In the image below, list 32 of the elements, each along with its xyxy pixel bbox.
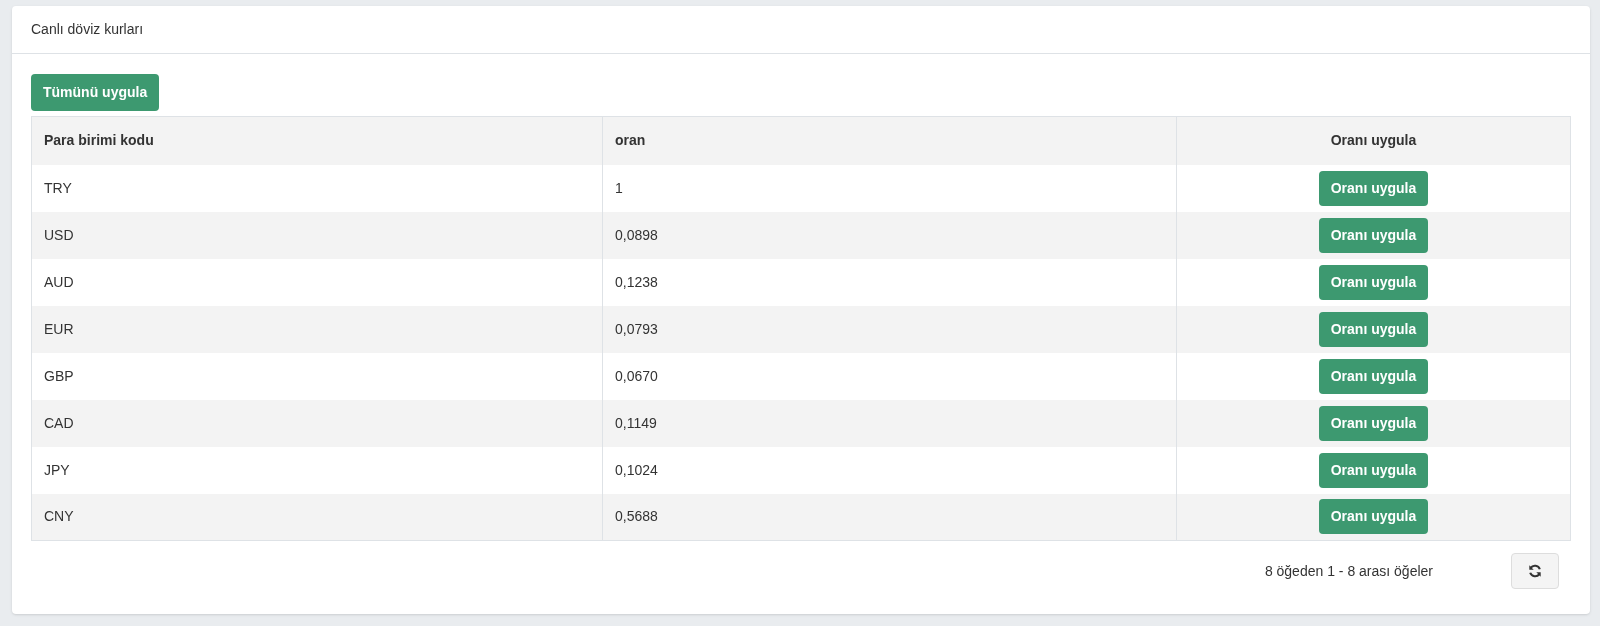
apply-rate-button[interactable]: Oranı uygula bbox=[1318, 452, 1429, 488]
table-cell: TRY bbox=[44, 179, 72, 196]
table-cell: 0,5688 bbox=[615, 508, 658, 525]
table-cell: JPY bbox=[44, 461, 70, 478]
apply-rate-button[interactable]: Oranı uygula bbox=[1318, 217, 1429, 253]
table-cell: 0,1238 bbox=[615, 273, 658, 290]
table-cell: 0,0898 bbox=[615, 226, 658, 243]
table-cell: EUR bbox=[44, 320, 74, 337]
apply-rate-button[interactable]: Oranı uygula bbox=[1318, 311, 1429, 347]
apply-rate-button[interactable]: Oranı uygula bbox=[1318, 170, 1429, 206]
table-cell: CAD bbox=[44, 414, 74, 431]
table-cell: GBP bbox=[44, 367, 74, 384]
table-cell: 0,0793 bbox=[615, 320, 658, 337]
column-header: Para birimi kodu bbox=[44, 132, 154, 149]
apply-rate-button[interactable]: Oranı uygula bbox=[1318, 499, 1429, 535]
table-cell: 0,1024 bbox=[615, 461, 658, 478]
apply-rate-button[interactable]: Oranı uygula bbox=[1318, 405, 1429, 441]
column-header: oran bbox=[615, 132, 646, 149]
table-cell: 0,1149 bbox=[615, 414, 657, 431]
apply-all-button[interactable]: Tümünü uygula bbox=[31, 74, 160, 111]
table-cell: 0,0670 bbox=[615, 367, 658, 384]
table-cell: CNY bbox=[44, 508, 74, 525]
refresh-button[interactable] bbox=[1511, 553, 1559, 589]
column-header: Oranı uygula bbox=[1330, 132, 1417, 149]
card-title: Canlı döviz kurları bbox=[31, 20, 144, 39]
apply-rate-button[interactable]: Oranı uygula bbox=[1318, 264, 1429, 300]
table-cell: AUD bbox=[44, 273, 74, 290]
table-cell: USD bbox=[44, 226, 74, 243]
apply-rate-button[interactable]: Oranı uygula bbox=[1318, 358, 1429, 394]
table-cell: 1 bbox=[615, 179, 623, 196]
refresh-icon bbox=[1528, 564, 1542, 578]
pager-info: 8 öğeden 1 - 8 arası öğeler bbox=[1264, 561, 1433, 581]
